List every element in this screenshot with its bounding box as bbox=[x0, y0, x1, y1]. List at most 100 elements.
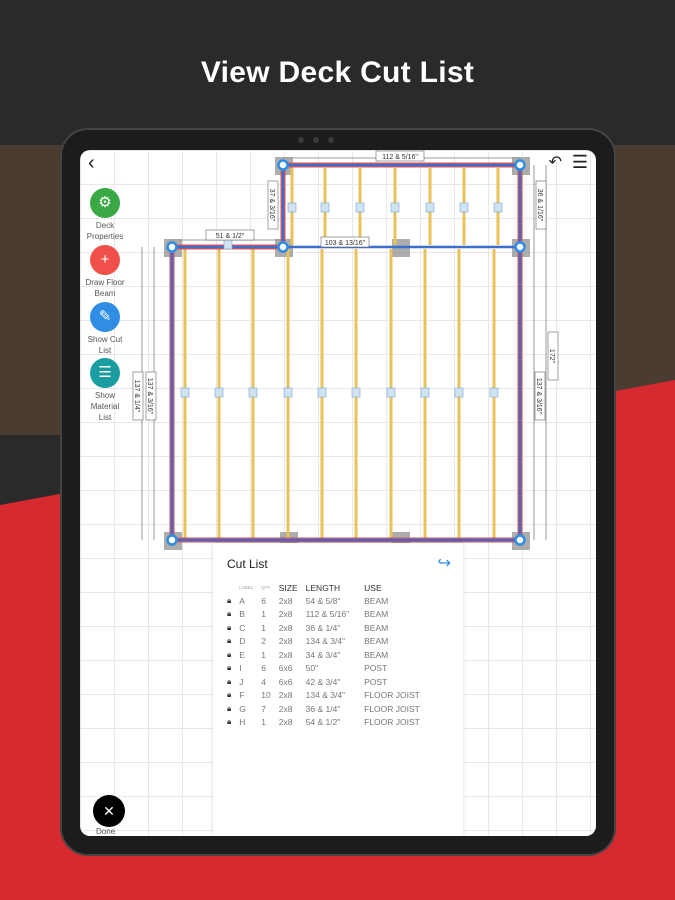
joist-tag bbox=[493, 202, 503, 213]
joist-tag bbox=[390, 202, 400, 213]
table-row[interactable]: 🔒︎ G 7 2x8 36 & 1/4" FLOOR JOIST bbox=[223, 702, 424, 716]
dimension-text: 112 & 5/16" bbox=[382, 154, 418, 161]
cell: 2x8 bbox=[278, 636, 293, 647]
cell: 1 bbox=[261, 609, 267, 620]
lock-icon[interactable]: 🔒︎ bbox=[223, 648, 235, 662]
drag-handle bbox=[514, 534, 526, 546]
table-row[interactable]: 🔒︎ C 1 2x8 36 & 1/4" BEAM bbox=[223, 621, 424, 635]
ruler-icon: ✎ bbox=[90, 302, 120, 332]
cell: 36 & 1/4" bbox=[305, 703, 341, 714]
rim-outline bbox=[169, 162, 523, 543]
cell: BEAM bbox=[364, 636, 389, 647]
table-row[interactable]: 🔒︎ B 1 2x8 112 & 5/16" BEAM bbox=[223, 608, 424, 622]
beam-tag bbox=[223, 239, 233, 250]
joist-tag bbox=[283, 387, 293, 398]
deck-properties-button[interactable]: ⚙ Deck Properties bbox=[84, 188, 126, 242]
lock-icon[interactable]: 🔒︎ bbox=[223, 608, 235, 622]
cell: D bbox=[239, 636, 246, 647]
share-icon[interactable]: ↪ bbox=[438, 553, 451, 573]
cell: 2x8 bbox=[278, 703, 293, 714]
cell: 7 bbox=[261, 703, 267, 714]
lock-icon[interactable]: 🔒︎ bbox=[223, 675, 235, 689]
cell: POST bbox=[364, 676, 388, 687]
dimension-text: 137 & 3/16" bbox=[146, 378, 153, 415]
joist-tag bbox=[248, 387, 258, 398]
cell: H bbox=[239, 717, 246, 728]
cell: 6 bbox=[261, 595, 267, 606]
dimension-label: 137 & 3/16" bbox=[145, 371, 157, 421]
plus-icon: + bbox=[90, 245, 120, 275]
table-row[interactable]: 🔒︎ I 6 6x6 50" POST bbox=[223, 662, 424, 676]
dimension-label: 36 & 1/16" bbox=[535, 180, 547, 230]
lock-icon[interactable]: 🔒︎ bbox=[223, 716, 235, 730]
dimension-label: 137 & 1/4" bbox=[132, 371, 144, 421]
lock-icon[interactable]: 🔒︎ bbox=[223, 635, 235, 649]
cell: A bbox=[239, 595, 245, 606]
show-cut-list-button[interactable]: ✎ Show Cut List bbox=[84, 302, 126, 356]
table-row[interactable]: 🔒︎ H 1 2x8 54 & 1/2" FLOOR JOIST bbox=[223, 716, 424, 730]
camera-dot bbox=[313, 137, 319, 143]
dimension-label: 103 & 13/16" bbox=[320, 236, 370, 248]
table-row[interactable]: 🔒︎ A 6 2x8 54 & 5/8" BEAM bbox=[223, 594, 424, 608]
joist-tag bbox=[180, 387, 190, 398]
lock-icon[interactable]: 🔒︎ bbox=[223, 662, 235, 676]
table-row[interactable]: 🔒︎ F 10 2x8 134 & 3/4" FLOOR JOIST bbox=[223, 689, 424, 703]
col-length: LENGTH bbox=[305, 582, 341, 593]
drag-handle bbox=[166, 534, 178, 546]
cell: 54 & 1/2" bbox=[305, 717, 341, 728]
tool-label: Show Material List bbox=[90, 391, 120, 422]
undo-icon[interactable]: ↶ bbox=[549, 152, 562, 172]
lock-icon[interactable]: 🔒︎ bbox=[223, 621, 235, 635]
col-size: SIZE bbox=[278, 582, 298, 593]
cell: 34 & 3/4" bbox=[305, 649, 341, 660]
joist-tag bbox=[351, 387, 361, 398]
cell: BEAM bbox=[364, 595, 389, 606]
lock-icon[interactable]: 🔒︎ bbox=[223, 702, 235, 716]
col-label: LABEL bbox=[239, 585, 254, 590]
menu-icon[interactable]: ☰ bbox=[572, 152, 588, 173]
cell: BEAM bbox=[364, 622, 389, 633]
cell: POST bbox=[364, 663, 388, 674]
joist-tag bbox=[317, 387, 327, 398]
cell: BEAM bbox=[364, 649, 389, 660]
cell: 50" bbox=[305, 663, 319, 674]
cell: E bbox=[239, 649, 245, 660]
dimension-text: 137 & 3/16" bbox=[535, 378, 542, 415]
dimension-text: 36 & 1/16" bbox=[536, 189, 543, 222]
col-use: USE bbox=[364, 582, 382, 593]
cell: G bbox=[239, 703, 246, 714]
cell: F bbox=[239, 690, 245, 701]
cell: J bbox=[239, 676, 244, 687]
cell: 6x6 bbox=[278, 676, 293, 687]
joist-tag bbox=[459, 202, 469, 213]
cell: FLOOR JOIST bbox=[364, 717, 420, 728]
joist-tag bbox=[355, 202, 365, 213]
draw-floor-beam-button[interactable]: + Draw Floor Beam bbox=[84, 245, 126, 299]
cut-list-panel: Cut List ↪ LABEL QTY SIZE LENGTH USE 🔒︎ A… bbox=[213, 543, 463, 836]
cell: 2x8 bbox=[278, 595, 293, 606]
dimension-label: 172" bbox=[547, 331, 559, 381]
table-row[interactable]: 🔒︎ E 1 2x8 34 & 3/4" BEAM bbox=[223, 648, 424, 662]
dimension-label: 51 & 1/2" bbox=[205, 229, 255, 241]
tool-label: Draw Floor Beam bbox=[85, 278, 125, 298]
dimension-text: 137 & 1/4" bbox=[133, 380, 140, 413]
table-row[interactable]: 🔒︎ J 4 6x6 42 & 3/4" POST bbox=[223, 675, 424, 689]
cut-list-title: Cut List bbox=[227, 557, 268, 571]
joist-tag bbox=[287, 202, 297, 213]
cell: 2x8 bbox=[278, 609, 293, 620]
cell: 6x6 bbox=[278, 663, 293, 674]
camera-dot bbox=[328, 137, 334, 143]
cell: FLOOR JOIST bbox=[364, 690, 420, 701]
done-button[interactable]: ✕ bbox=[93, 795, 125, 827]
lock-icon[interactable]: 🔒︎ bbox=[223, 594, 235, 608]
lock-icon[interactable]: 🔒︎ bbox=[223, 689, 235, 703]
cell: 2 bbox=[261, 636, 267, 647]
dimension-label: 137 & 3/16" bbox=[534, 371, 546, 421]
list-icon: ☰ bbox=[90, 358, 120, 388]
joist-tag bbox=[386, 387, 396, 398]
back-icon[interactable]: ‹ bbox=[88, 152, 95, 175]
drag-handle bbox=[277, 159, 289, 171]
cell: 134 & 3/4" bbox=[305, 636, 346, 647]
table-row[interactable]: 🔒︎ D 2 2x8 134 & 3/4" BEAM bbox=[223, 635, 424, 649]
show-material-list-button[interactable]: ☰ Show Material List bbox=[84, 358, 126, 423]
